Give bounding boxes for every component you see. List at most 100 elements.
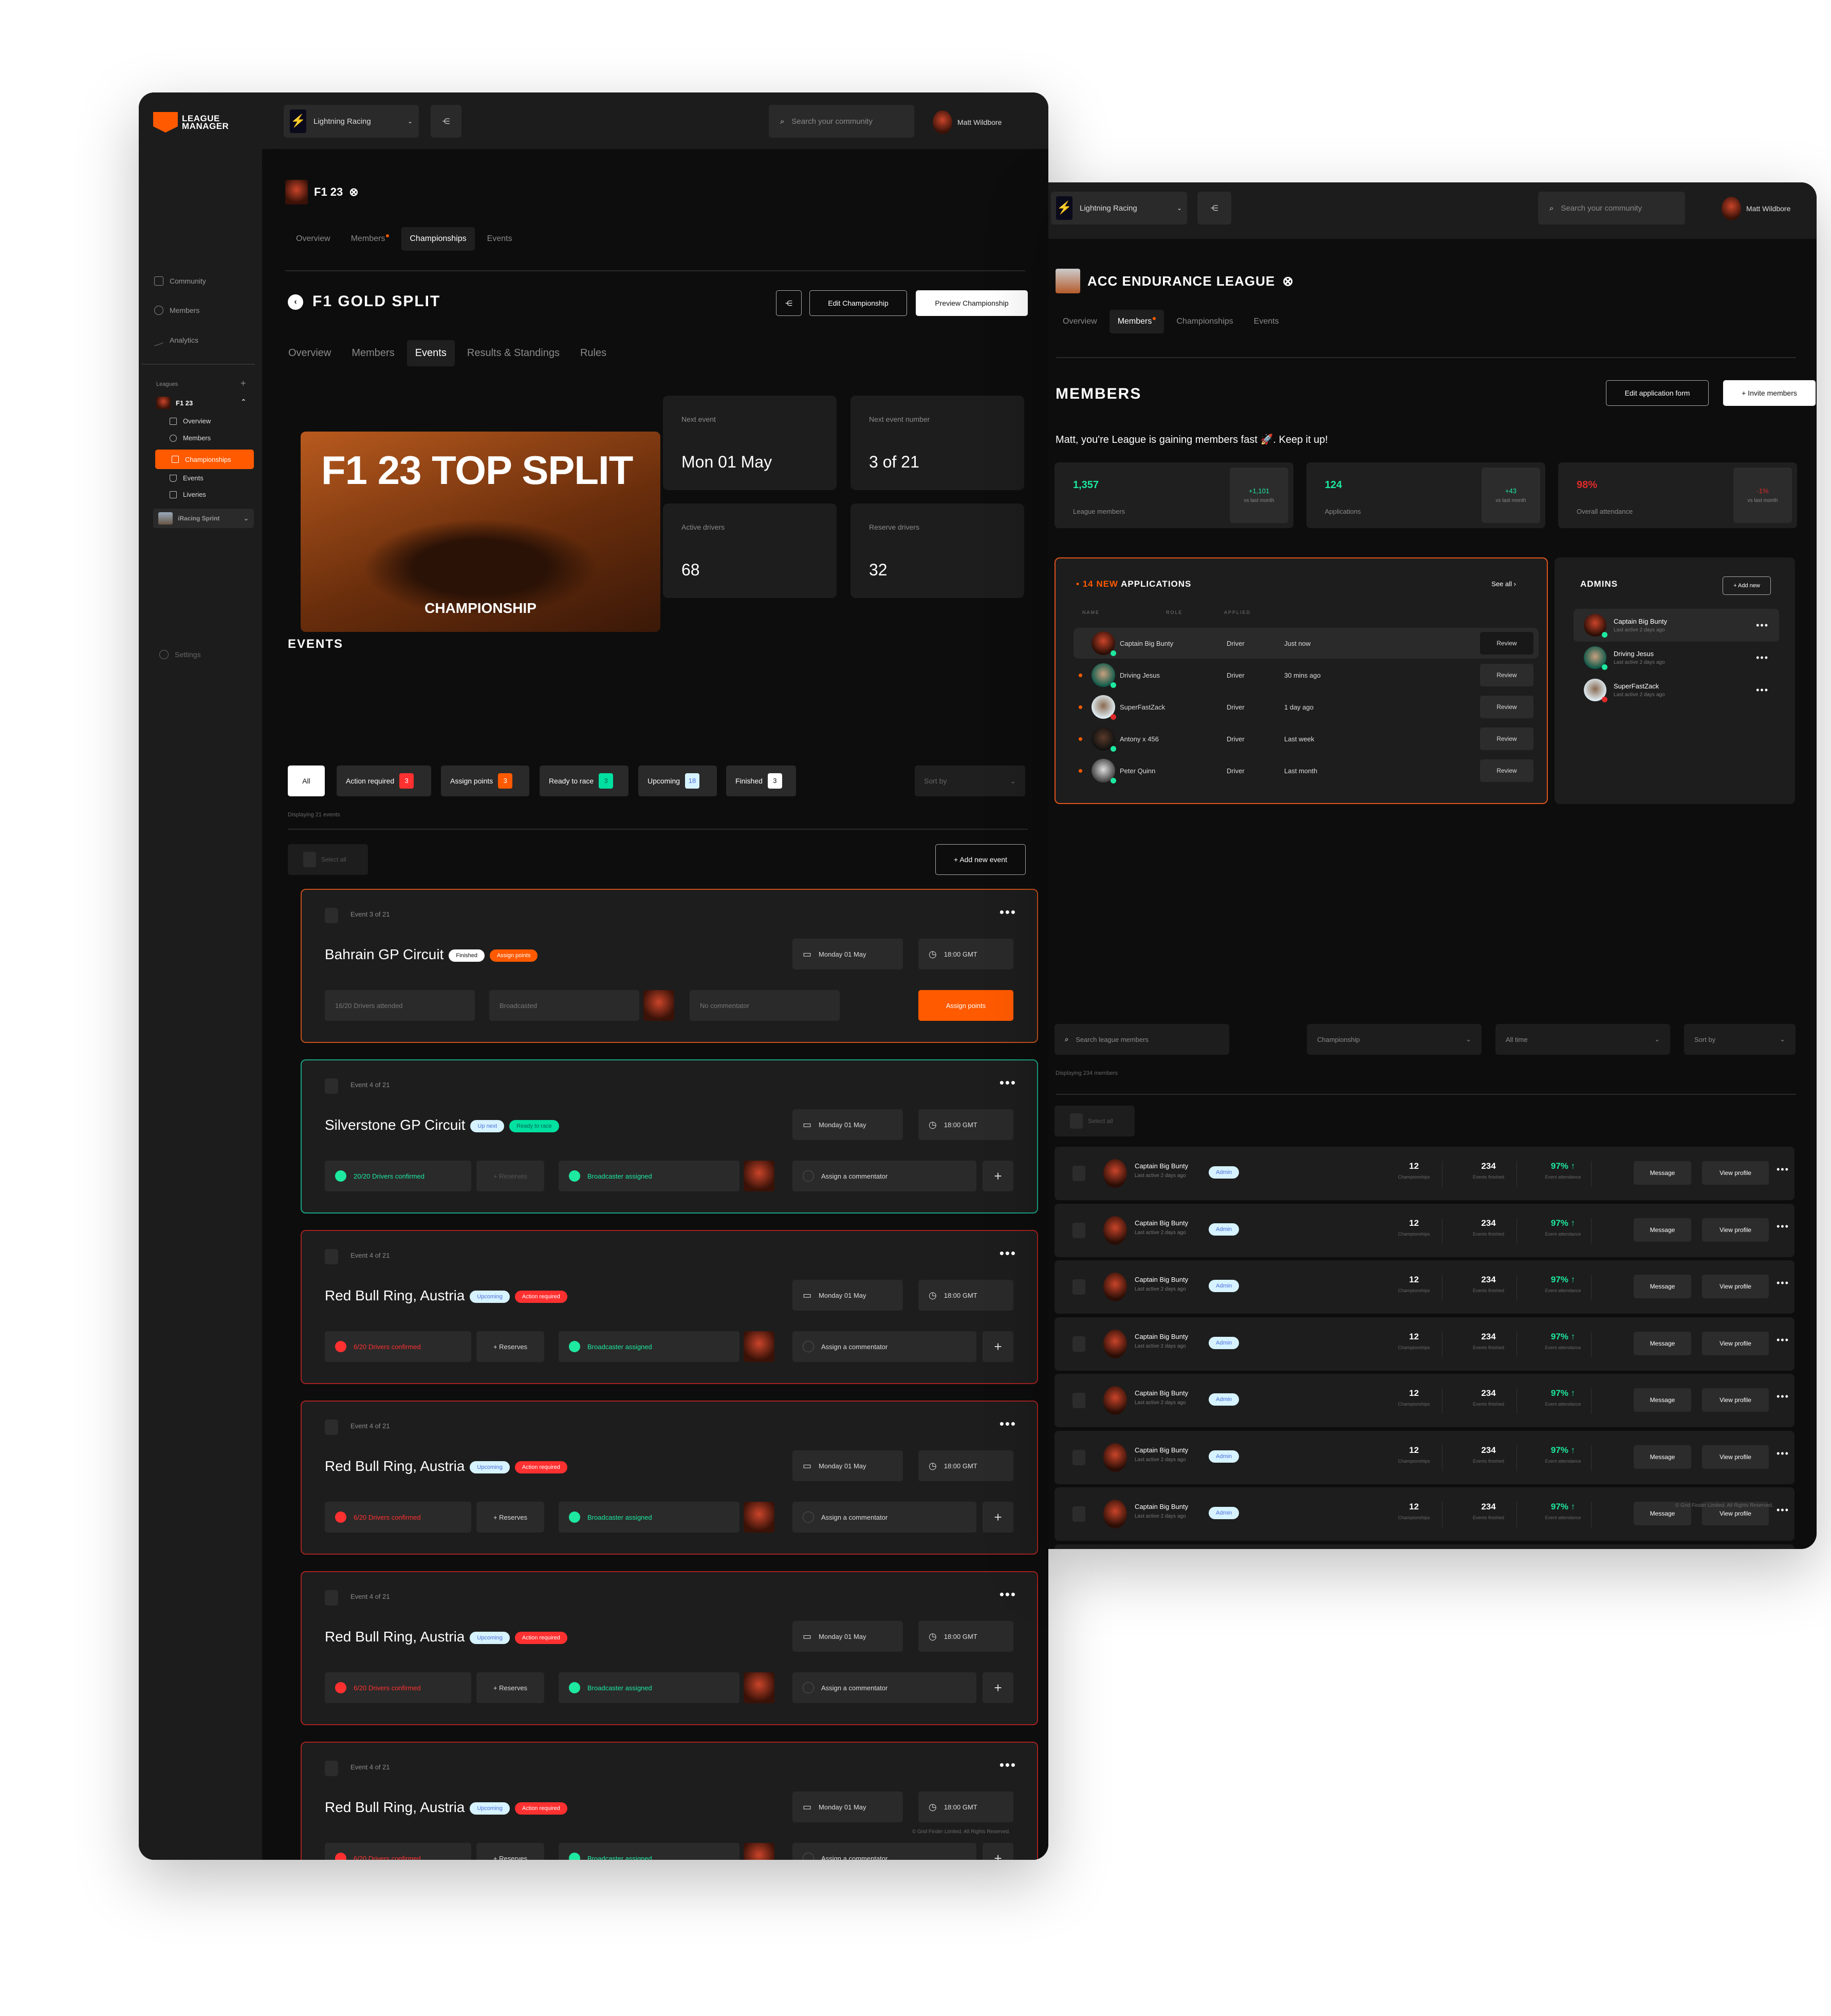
- view-profile-button[interactable]: View profile: [1702, 1388, 1769, 1412]
- message-button[interactable]: Message: [1634, 1445, 1691, 1469]
- preview-championship-button[interactable]: Preview Championship: [916, 290, 1028, 316]
- more-options-icon[interactable]: •••: [1777, 1164, 1789, 1175]
- admin-row[interactable]: SuperFastZack Last active 2 days ago •••: [1574, 674, 1779, 706]
- user-menu[interactable]: Matt Wildbore: [1722, 197, 1790, 220]
- more-options-icon[interactable]: •••: [1000, 905, 1016, 919]
- more-options-icon[interactable]: •••: [1000, 1076, 1016, 1089]
- tab-overview[interactable]: Overview: [1055, 310, 1105, 333]
- tab-overview[interactable]: Overview: [280, 340, 339, 366]
- event-time[interactable]: ◷ 18:00 GMT: [918, 1791, 1013, 1822]
- tab-overview[interactable]: Overview: [288, 227, 339, 251]
- event-checkbox[interactable]: [325, 1420, 338, 1435]
- more-options-icon[interactable]: •••: [1000, 1588, 1016, 1601]
- event-date[interactable]: ▭ Monday 01 May: [792, 1621, 903, 1652]
- event-date[interactable]: ▭ Monday 01 May: [792, 1450, 903, 1481]
- broadcaster-assigned[interactable]: Broadcaster assigned: [559, 1502, 739, 1533]
- more-options-icon[interactable]: •••: [1000, 1417, 1016, 1430]
- tab-championships[interactable]: Championships: [401, 227, 475, 251]
- sort-dropdown[interactable]: Sort by ⌄: [915, 766, 1025, 796]
- application-row[interactable]: Antony x 456 Driver Last week Review: [1074, 723, 1539, 754]
- admin-row[interactable]: Captain Big Bunty Last active 2 days ago •…: [1574, 609, 1779, 642]
- event-date[interactable]: ▭ Monday 01 May: [792, 1280, 903, 1311]
- more-options-icon[interactable]: •••: [1777, 1505, 1789, 1516]
- message-button[interactable]: Message: [1634, 1275, 1691, 1298]
- reserves-button[interactable]: + Reserves: [476, 1502, 544, 1533]
- sidebar-sub-overview[interactable]: Overview: [170, 417, 211, 425]
- view-profile-button[interactable]: View profile: [1702, 1331, 1769, 1355]
- event-date[interactable]: ▭ Monday 01 May: [792, 1109, 903, 1140]
- sidebar-sub-members[interactable]: Members: [170, 434, 211, 442]
- application-row[interactable]: Driving Jesus Driver 30 mins ago Review: [1074, 660, 1539, 690]
- see-all-link[interactable]: See all ›: [1491, 580, 1516, 588]
- assign-commentator[interactable]: Assign a commentator: [792, 1331, 976, 1362]
- member-checkbox[interactable]: [1072, 1336, 1085, 1352]
- tab-rules[interactable]: Rules: [572, 340, 615, 366]
- drivers-confirmed[interactable]: 6/20 Drivers confirmed: [325, 1672, 471, 1703]
- add-league-icon[interactable]: +: [241, 378, 246, 389]
- search-members-input[interactable]: ⌕ Search league members: [1055, 1024, 1229, 1055]
- member-checkbox[interactable]: [1072, 1222, 1085, 1238]
- more-options-icon[interactable]: •••: [1777, 1391, 1789, 1402]
- tab-championships[interactable]: Championships: [1168, 310, 1241, 333]
- sidebar-sub-championships[interactable]: Championships: [155, 450, 254, 469]
- share-button[interactable]: ⋲: [431, 105, 461, 138]
- share-button[interactable]: ⋲: [1197, 192, 1231, 225]
- invite-members-button[interactable]: + Invite members: [1723, 380, 1816, 406]
- broadcaster-assigned[interactable]: Broadcaster assigned: [559, 1843, 739, 1860]
- assign-points-button[interactable]: Assign points: [918, 990, 1013, 1021]
- select-all-checkbox[interactable]: Select all: [1055, 1106, 1135, 1136]
- add-event-button[interactable]: + Add new event: [935, 844, 1026, 875]
- more-options-icon[interactable]: •••: [1000, 1758, 1016, 1771]
- event-time[interactable]: ◷ 18:00 GMT: [918, 939, 1013, 969]
- filter-upcoming[interactable]: Upcoming 18: [638, 766, 717, 796]
- tab-members[interactable]: Members: [1109, 310, 1164, 333]
- application-row[interactable]: Peter Quinn Driver Last month Review: [1074, 755, 1539, 786]
- tab-members[interactable]: Members: [343, 340, 402, 366]
- event-time[interactable]: ◷ 18:00 GMT: [918, 1280, 1013, 1311]
- more-options-icon[interactable]: •••: [1777, 1278, 1789, 1289]
- application-row[interactable]: SuperFastZack Driver 1 day ago Review: [1074, 692, 1539, 722]
- settings-link[interactable]: Settings: [159, 650, 201, 659]
- filter-action-required[interactable]: Action required 3: [337, 766, 431, 796]
- event-checkbox[interactable]: [325, 1761, 338, 1776]
- member-checkbox[interactable]: [1072, 1449, 1085, 1465]
- event-time[interactable]: ◷ 18:00 GMT: [918, 1109, 1013, 1140]
- edit-championship-button[interactable]: Edit Championship: [809, 290, 907, 316]
- review-button[interactable]: Review: [1480, 727, 1533, 750]
- view-profile-button[interactable]: View profile: [1702, 1445, 1769, 1469]
- select-all-checkbox[interactable]: Select all: [288, 844, 368, 875]
- broadcaster-assigned[interactable]: Broadcaster assigned: [559, 1331, 739, 1362]
- sidebar-item-members[interactable]: Members: [154, 306, 199, 315]
- member-checkbox[interactable]: [1072, 1393, 1085, 1408]
- chevron-up-icon[interactable]: ⌃: [241, 398, 247, 406]
- add-commentator-button[interactable]: +: [983, 1672, 1013, 1703]
- message-button[interactable]: Message: [1634, 1161, 1691, 1185]
- review-button[interactable]: Review: [1480, 696, 1533, 718]
- sidebar-item-community[interactable]: Community: [154, 276, 206, 286]
- filter-assign-points[interactable]: Assign points 3: [441, 766, 529, 796]
- event-checkbox[interactable]: [325, 1249, 338, 1264]
- sidebar-sub-events[interactable]: Events: [170, 474, 204, 482]
- event-checkbox[interactable]: [325, 1590, 338, 1606]
- add-commentator-button[interactable]: +: [983, 1161, 1013, 1191]
- event-date[interactable]: ▭ Monday 01 May: [792, 939, 903, 969]
- message-button[interactable]: Message: [1634, 1218, 1691, 1242]
- back-button[interactable]: ‹: [288, 294, 303, 310]
- broadcaster-assigned[interactable]: Broadcaster assigned: [559, 1161, 739, 1191]
- view-profile-button[interactable]: View profile: [1702, 1161, 1769, 1185]
- broadcaster-assigned[interactable]: Broadcaster assigned: [559, 1672, 739, 1703]
- add-commentator-button[interactable]: +: [983, 1502, 1013, 1533]
- drivers-confirmed[interactable]: 6/20 Drivers confirmed: [325, 1502, 471, 1533]
- reserves-button[interactable]: + Reserves: [476, 1161, 544, 1191]
- member-checkbox[interactable]: [1072, 1506, 1085, 1522]
- search-input[interactable]: ⌕ Search your community: [1538, 192, 1685, 225]
- drivers-confirmed[interactable]: 20/20 Drivers confirmed: [325, 1161, 471, 1191]
- filter-all[interactable]: All: [288, 766, 325, 796]
- more-options-icon[interactable]: •••: [1756, 620, 1769, 631]
- filter-ready-to-race[interactable]: Ready to race 3: [540, 766, 628, 796]
- reserves-button[interactable]: + Reserves: [476, 1331, 544, 1362]
- review-button[interactable]: Review: [1480, 632, 1533, 655]
- reserves-button[interactable]: + Reserves: [476, 1672, 544, 1703]
- review-button[interactable]: Review: [1480, 664, 1533, 686]
- review-button[interactable]: Review: [1480, 759, 1533, 782]
